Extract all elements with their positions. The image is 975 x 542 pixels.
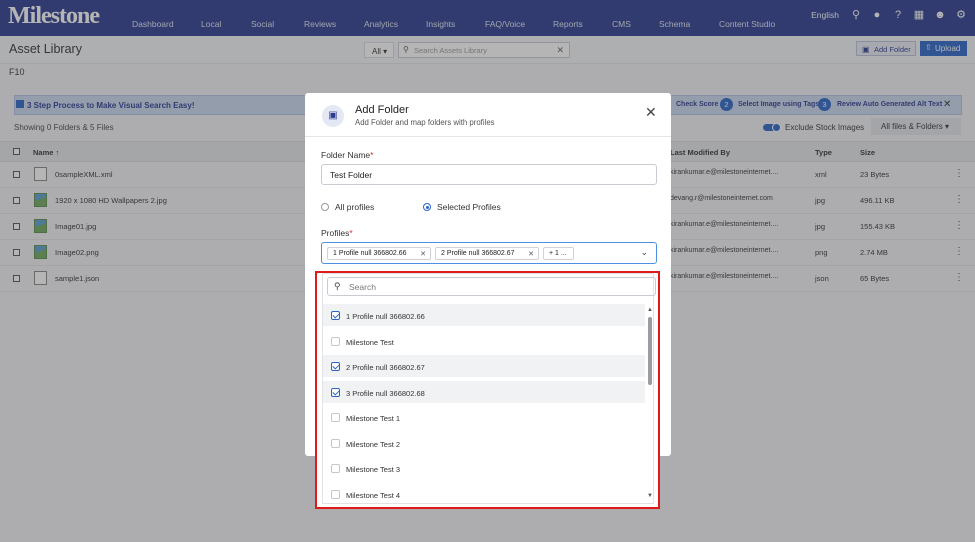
option-checkbox[interactable] xyxy=(331,439,340,448)
profiles-label-text: Profiles xyxy=(321,228,350,238)
profile-chip: 2 Profile null 366802.67 ✕ xyxy=(435,247,539,260)
more-chip[interactable]: + 1 ... xyxy=(543,247,574,260)
profile-option[interactable]: Milestone Test 3 xyxy=(323,457,645,479)
chip-remove-icon[interactable]: ✕ xyxy=(420,250,426,258)
profile-option[interactable]: 3 Profile null 366802.68 xyxy=(323,381,645,403)
scroll-up-arrow-icon[interactable]: ▲ xyxy=(647,307,653,313)
profile-option[interactable]: Milestone Test 2 xyxy=(323,432,645,454)
chip-label: 2 Profile null 366802.67 xyxy=(441,250,515,257)
modal-title: Add Folder xyxy=(355,104,409,116)
all-profiles-label[interactable]: All profiles xyxy=(335,202,374,212)
modal-header: ▣ Add Folder Add Folder and map folders … xyxy=(305,93,671,137)
option-label: Milestone Test 4 xyxy=(346,491,401,500)
option-checkbox[interactable] xyxy=(331,464,340,473)
option-checkbox[interactable] xyxy=(331,337,340,346)
option-label: Milestone Test 3 xyxy=(346,465,401,474)
profiles-dropdown-highlight: ⚲ Search 1 Profile null 366802.66 Milest… xyxy=(315,271,660,509)
profile-option[interactable]: Milestone Test xyxy=(323,330,645,352)
profile-option[interactable]: Milestone Test 1 xyxy=(323,406,645,428)
all-profiles-radio[interactable] xyxy=(321,203,329,211)
option-checkbox[interactable] xyxy=(331,311,340,320)
selected-profiles-label[interactable]: Selected Profiles xyxy=(437,202,501,212)
required-marker: * xyxy=(370,150,374,160)
chip-remove-icon[interactable]: ✕ xyxy=(528,250,534,258)
profiles-dropdown: ⚲ Search 1 Profile null 366802.66 Milest… xyxy=(322,273,656,505)
chevron-down-icon[interactable]: ⌄ xyxy=(640,247,648,258)
option-checkbox[interactable] xyxy=(331,388,340,397)
close-icon[interactable]: ✕ xyxy=(645,104,657,121)
search-placeholder: Search xyxy=(349,282,376,292)
option-label: Milestone Test xyxy=(346,338,394,347)
option-label: 3 Profile null 366802.68 xyxy=(346,389,425,398)
required-marker: * xyxy=(349,228,353,238)
option-checkbox[interactable] xyxy=(331,362,340,371)
scroll-down-arrow-icon[interactable]: ▼ xyxy=(647,493,653,499)
folder-name-input[interactable]: Test Folder xyxy=(321,164,657,185)
folder-name-label: Folder Name* xyxy=(321,150,373,160)
profile-option[interactable]: 1 Profile null 366802.66 xyxy=(323,304,645,326)
profiles-multiselect[interactable]: 1 Profile null 366802.66 ✕ 2 Profile null… xyxy=(321,242,657,264)
option-label: 2 Profile null 366802.67 xyxy=(346,363,425,372)
dropdown-scrollbar[interactable]: ▲ ▼ xyxy=(647,307,653,499)
profile-option[interactable]: 2 Profile null 366802.67 xyxy=(323,355,645,377)
search-icon: ⚲ xyxy=(334,281,341,291)
option-checkbox[interactable] xyxy=(331,413,340,422)
profile-chip: 1 Profile null 366802.66 ✕ xyxy=(327,247,431,260)
chip-label: 1 Profile null 366802.66 xyxy=(333,250,407,257)
option-checkbox[interactable] xyxy=(331,490,340,499)
dropdown-search-input[interactable]: ⚲ Search xyxy=(327,277,656,296)
profiles-label: Profiles* xyxy=(321,228,353,238)
profile-option[interactable]: Milestone Test 4 xyxy=(323,483,645,505)
option-label: 1 Profile null 366802.66 xyxy=(346,312,425,321)
scrollbar-thumb[interactable] xyxy=(648,317,652,385)
selected-profiles-radio[interactable] xyxy=(423,203,431,211)
option-label: Milestone Test 2 xyxy=(346,440,401,449)
modal-subtitle: Add Folder and map folders with profiles xyxy=(355,118,495,127)
folder-plus-icon: ▣ xyxy=(322,105,344,127)
folder-name-label-text: Folder Name xyxy=(321,150,371,160)
option-label: Milestone Test 1 xyxy=(346,414,401,423)
